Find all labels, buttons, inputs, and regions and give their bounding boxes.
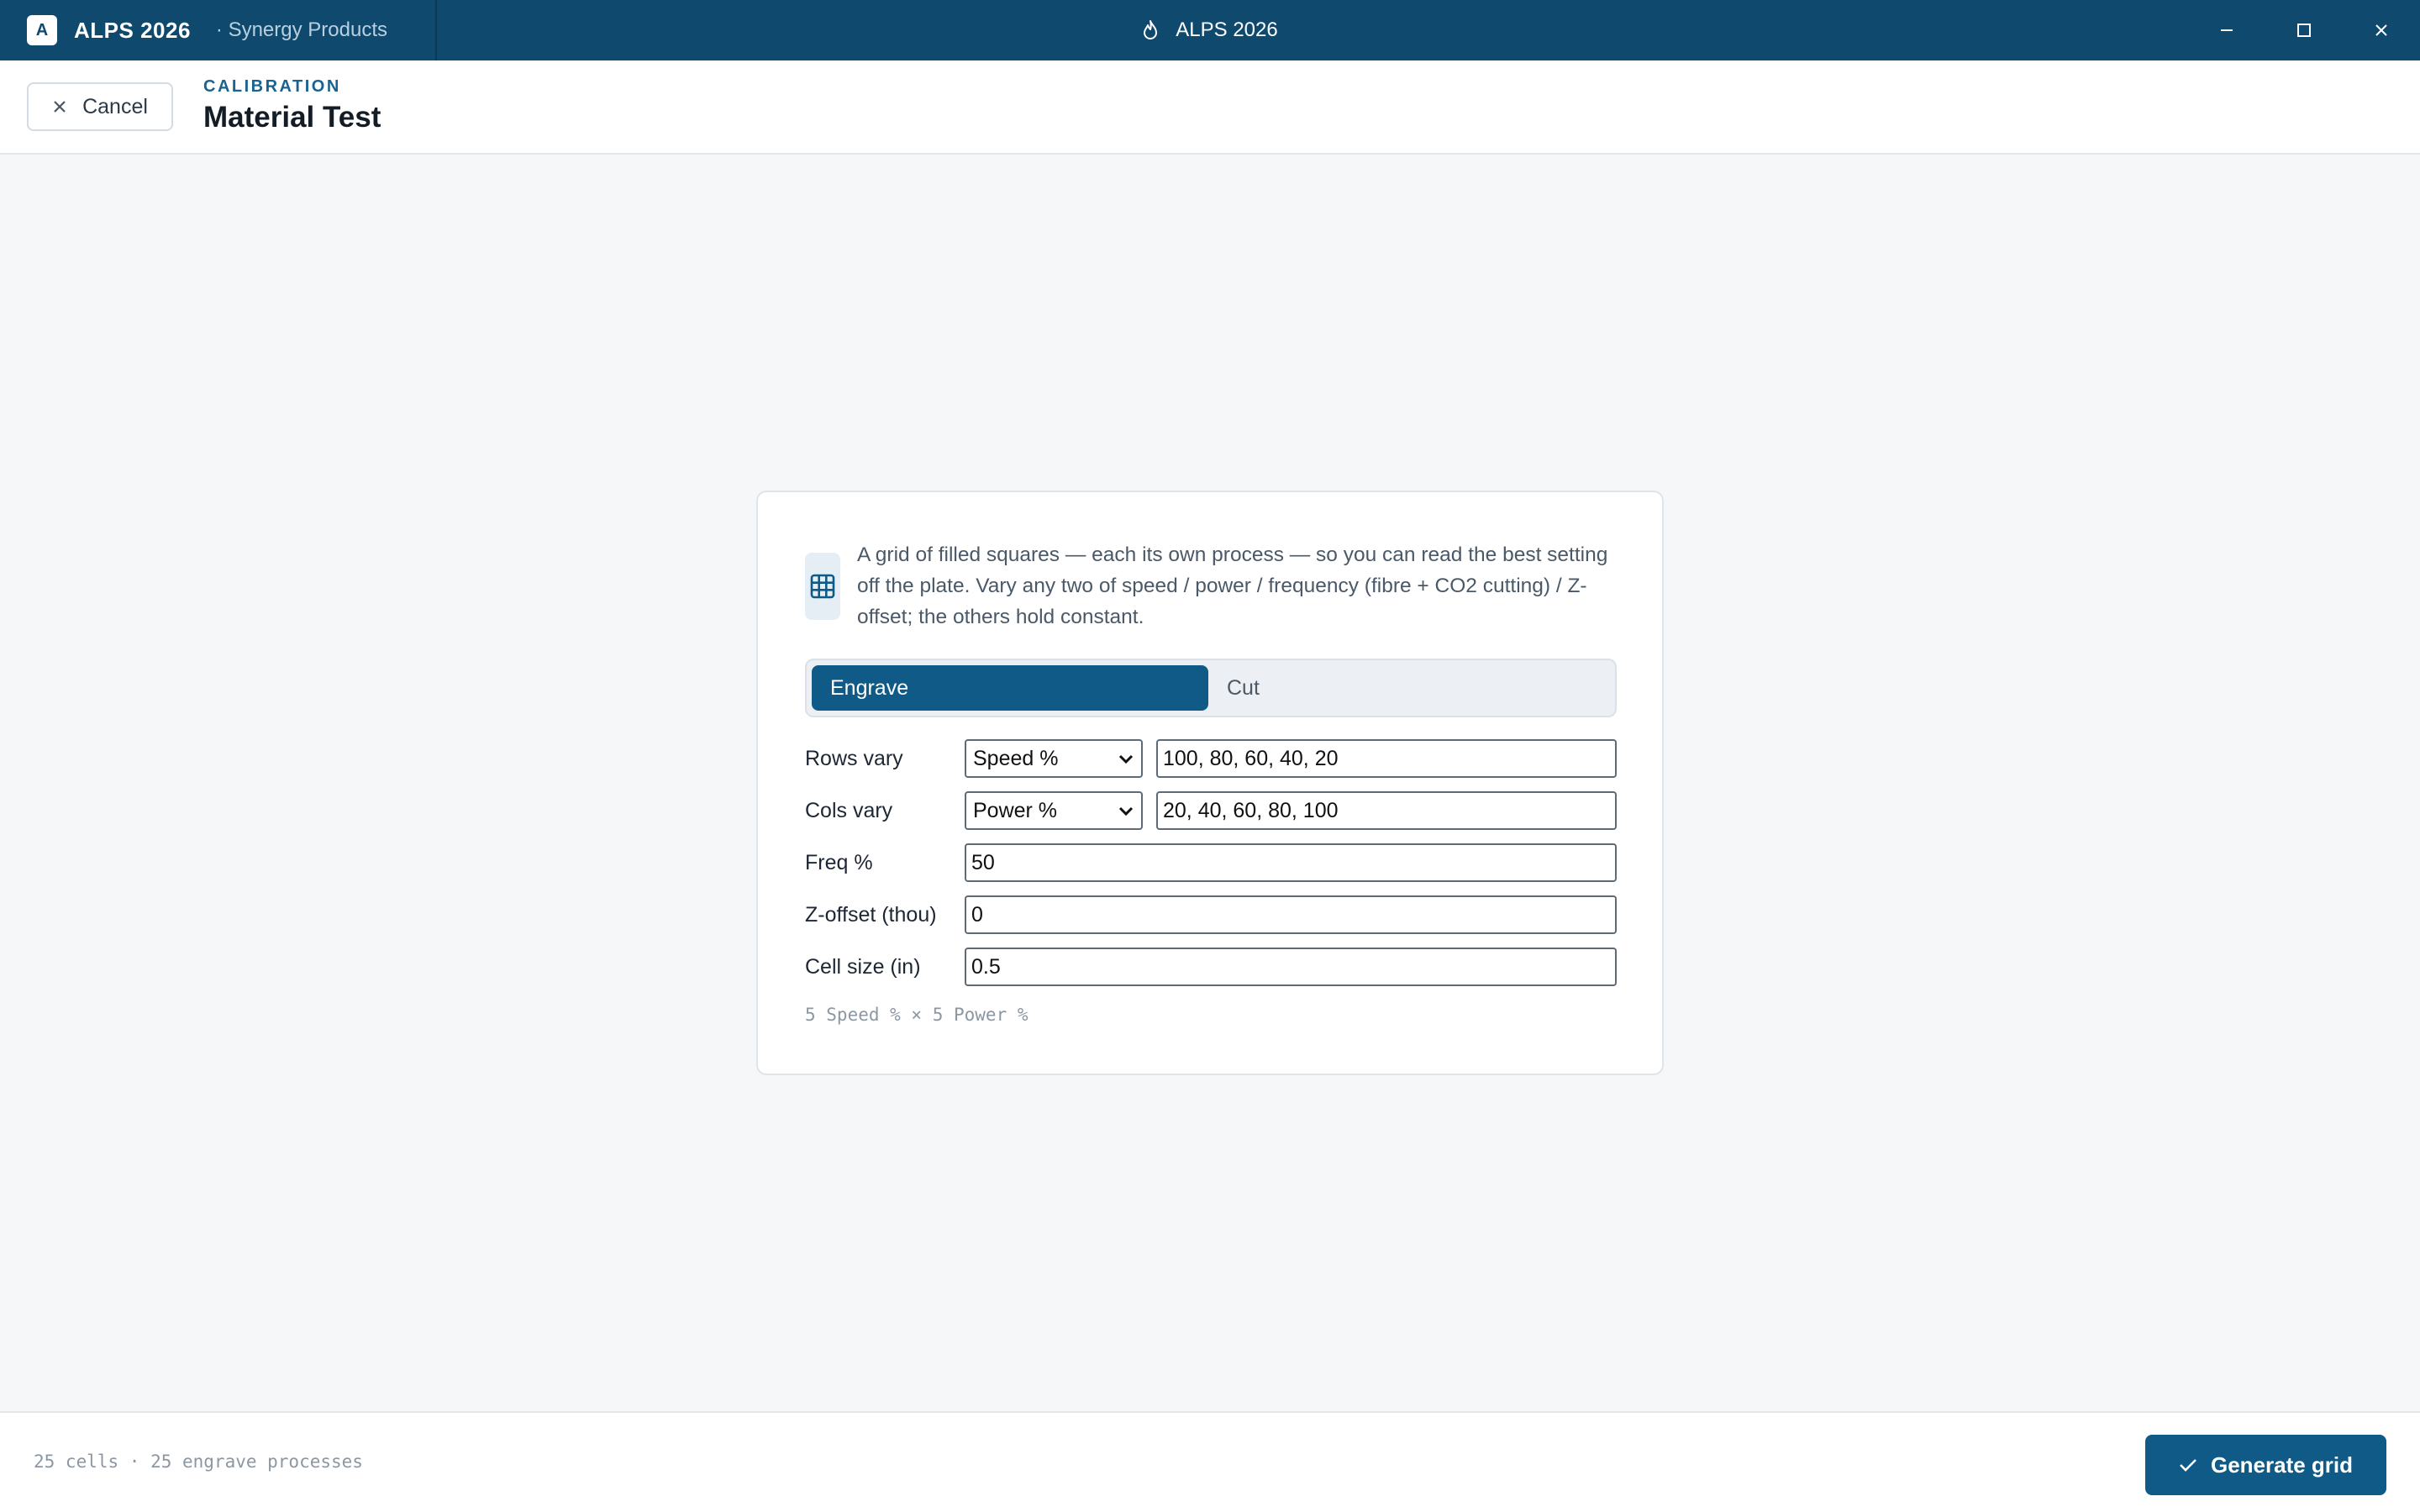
- cellsize-label: Cell size (in): [805, 954, 921, 979]
- cols-values-input[interactable]: [1156, 791, 1617, 830]
- app-logo: A: [27, 15, 57, 45]
- rows-vary-select[interactable]: Speed %: [965, 739, 1143, 778]
- cols-vary-selected: Power %: [973, 798, 1058, 822]
- title-bar: A ALPS 2026 · Synergy Products ALPS 2026: [0, 0, 2420, 60]
- cellsize-input[interactable]: [965, 948, 1617, 986]
- close-icon: [2375, 24, 2387, 36]
- cancel-button-label: Cancel: [82, 94, 148, 118]
- app-name: ALPS 2026: [74, 17, 191, 43]
- rows-vary-row: Rows vary Speed %: [805, 739, 1617, 778]
- zoffset-input[interactable]: [965, 895, 1617, 934]
- cols-vary-row: Cols vary Power %: [805, 791, 1617, 830]
- rows-values-input[interactable]: [1156, 739, 1617, 778]
- rows-vary-label: Rows vary: [805, 746, 903, 770]
- footer-bar: 25 cells · 25 engrave processes Generate…: [0, 1411, 2420, 1512]
- flame-icon: [1144, 20, 1158, 39]
- freq-input[interactable]: [965, 843, 1617, 882]
- close-window-button[interactable]: [2343, 0, 2420, 60]
- window-title-text: ALPS 2026: [1176, 18, 1278, 41]
- mode-cut[interactable]: Cut: [1208, 665, 1610, 711]
- mode-engrave[interactable]: Engrave: [812, 665, 1208, 711]
- chevron-down-icon: [1118, 754, 1134, 764]
- grid-summary: 5 Speed % × 5 Power %: [805, 1005, 1028, 1025]
- zoffset-label: Z-offset (thou): [805, 902, 937, 927]
- mode-toggle: Engrave Cut: [805, 659, 1617, 717]
- page-title: Material Test: [203, 101, 381, 134]
- close-icon: [54, 101, 66, 113]
- org-name: · Synergy Products: [215, 18, 387, 41]
- cancel-button[interactable]: Cancel: [27, 82, 173, 131]
- page-header: Cancel CALIBRATION Material Test: [0, 60, 2420, 155]
- maximize-icon: [2297, 24, 2311, 37]
- maximize-button[interactable]: [2265, 0, 2343, 60]
- cols-vary-label: Cols vary: [805, 798, 893, 822]
- chevron-down-icon: [1118, 806, 1134, 816]
- check-icon: [2180, 1459, 2196, 1472]
- window-controls: [2188, 0, 2420, 60]
- minimize-button[interactable]: [2188, 0, 2265, 60]
- generate-grid-button[interactable]: Generate grid: [2145, 1435, 2386, 1495]
- footer-status: 25 cells · 25 engrave processes: [34, 1452, 363, 1472]
- cellsize-row: Cell size (in): [805, 948, 1617, 986]
- intro-description: A grid of filled squares — each its own …: [857, 543, 1608, 628]
- freq-row: Freq %: [805, 843, 1617, 882]
- grid-icon: [810, 574, 835, 599]
- generate-grid-label: Generate grid: [2210, 1452, 2354, 1478]
- minimize-icon: [2221, 29, 2233, 31]
- material-test-card: A grid of filled squares — each its own …: [756, 491, 1664, 1075]
- section-eyebrow: CALIBRATION: [203, 77, 341, 96]
- cols-vary-select[interactable]: Power %: [965, 791, 1143, 830]
- freq-label: Freq %: [805, 850, 873, 874]
- app-brand: A ALPS 2026 · Synergy Products: [0, 0, 437, 60]
- zoffset-row: Z-offset (thou): [805, 895, 1617, 934]
- rows-vary-selected: Speed %: [973, 746, 1059, 770]
- grid-icon-tile: [805, 553, 840, 620]
